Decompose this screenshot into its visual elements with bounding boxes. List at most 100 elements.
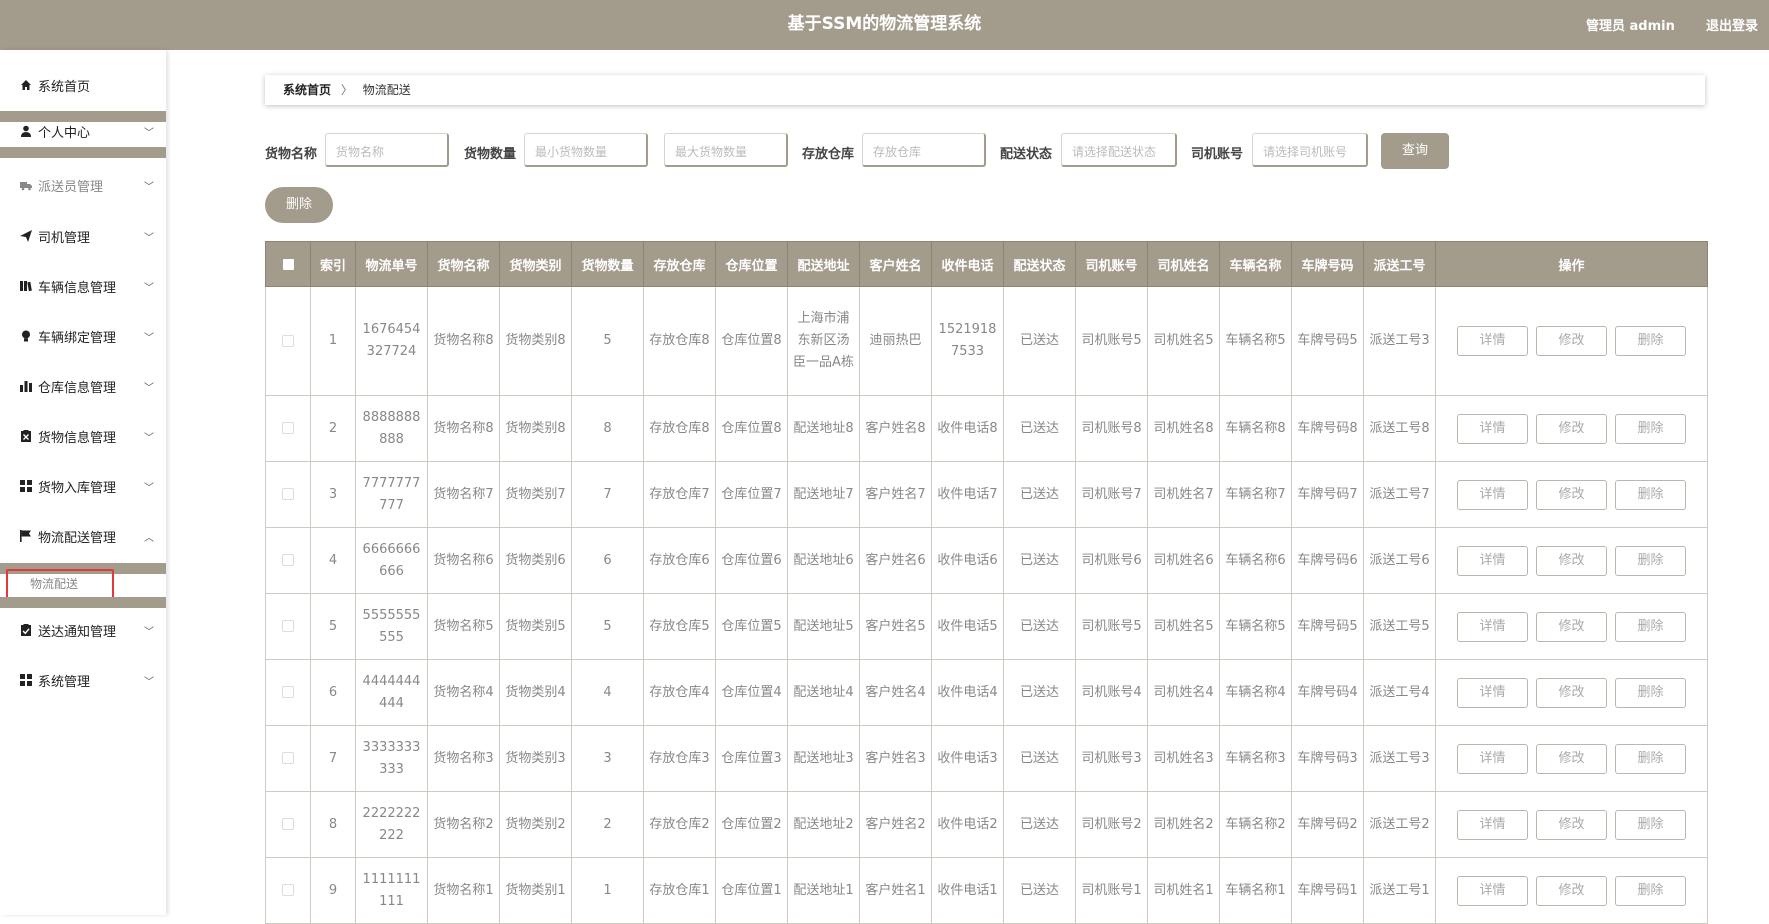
sidebar-item-system[interactable]: 系统管理 ﹀ xyxy=(0,660,166,700)
table-cell: 存放仓库6 xyxy=(643,527,716,594)
batch-delete-button[interactable]: 删除 xyxy=(265,187,333,223)
table-cell: 司机姓名4 xyxy=(1147,659,1220,726)
min-qty-input[interactable]: 最小货物数量 xyxy=(524,133,648,167)
home-icon xyxy=(20,79,32,91)
edit-button[interactable]: 修改 xyxy=(1536,743,1607,774)
sidebar-item-label: 仓库信息管理 xyxy=(38,380,117,396)
sidebar-item-drivers[interactable]: 司机管理 ﹀ xyxy=(0,216,166,256)
detail-button[interactable]: 详情 xyxy=(1457,875,1528,906)
edit-button[interactable]: 修改 xyxy=(1536,875,1607,906)
sidebar-item-goods-inbound[interactable]: 货物入库管理 ﹀ xyxy=(0,466,166,506)
table-cell: 2 xyxy=(310,395,356,462)
table-cell: 已送达 xyxy=(1003,593,1076,660)
chevron-down-icon: ﹀ xyxy=(144,182,154,193)
grid-icon xyxy=(20,674,32,686)
row-checkbox[interactable] xyxy=(265,395,311,462)
detail-button[interactable]: 详情 xyxy=(1457,809,1528,840)
table-cell: 客户姓名6 xyxy=(859,527,932,594)
row-checkbox[interactable] xyxy=(265,791,311,858)
edit-button[interactable]: 修改 xyxy=(1536,326,1607,356)
row-checkbox[interactable] xyxy=(265,593,311,660)
sidebar-item-profile[interactable]: 个人中心 ﹀ xyxy=(0,115,166,147)
delete-button[interactable]: 删除 xyxy=(1615,677,1686,708)
sidebar-item-goods[interactable]: 货物信息管理 ﹀ xyxy=(0,416,166,456)
driver-select[interactable]: 请选择司机账号 xyxy=(1252,133,1368,167)
edit-button[interactable]: 修改 xyxy=(1536,809,1607,840)
table-cell: 司机姓名7 xyxy=(1147,461,1220,528)
table-cell: 5 xyxy=(310,593,356,660)
sidebar-subitem-delivery[interactable]: 物流配送 xyxy=(6,569,114,599)
detail-button[interactable]: 详情 xyxy=(1457,743,1528,774)
delete-button[interactable]: 删除 xyxy=(1615,479,1686,510)
edit-button[interactable]: 修改 xyxy=(1536,677,1607,708)
query-button[interactable]: 查询 xyxy=(1381,133,1449,169)
delete-button[interactable]: 删除 xyxy=(1615,809,1686,840)
row-checkbox[interactable] xyxy=(265,461,311,528)
table-cell: 司机账号2 xyxy=(1075,791,1148,858)
row-actions: 详情 修改 删除 xyxy=(1435,593,1708,660)
logout-link[interactable]: 退出登录 xyxy=(1706,15,1758,34)
detail-button[interactable]: 详情 xyxy=(1457,413,1528,444)
sidebar-item-vehicles[interactable]: 车辆信息管理 ﹀ xyxy=(0,266,166,306)
edit-button[interactable]: 修改 xyxy=(1536,413,1607,444)
sidebar-item-label: 司机管理 xyxy=(38,230,91,246)
driver-label: 司机账号 xyxy=(1191,147,1244,162)
warehouse-input[interactable]: 存放仓库 xyxy=(862,133,986,167)
table-cell: 配送地址5 xyxy=(787,593,860,660)
select-all-checkbox[interactable] xyxy=(265,241,311,287)
delete-button[interactable]: 删除 xyxy=(1615,611,1686,642)
table-cell: 迪丽热巴 xyxy=(859,286,932,396)
sidebar-item-vehicle-binding[interactable]: 车辆绑定管理 ﹀ xyxy=(0,316,166,356)
flag-icon xyxy=(20,530,32,542)
edit-button[interactable]: 修改 xyxy=(1536,479,1607,510)
detail-button[interactable]: 详情 xyxy=(1457,611,1528,642)
chevron-down-icon: ﹀ xyxy=(144,433,154,444)
sidebar-item-warehouses[interactable]: 仓库信息管理 ﹀ xyxy=(0,366,166,406)
row-checkbox[interactable] xyxy=(265,857,311,924)
table-cell: 收件电话2 xyxy=(931,791,1004,858)
delete-button[interactable]: 删除 xyxy=(1615,326,1686,356)
table-cell: 仓库位置2 xyxy=(715,791,788,858)
table-cell: 已送达 xyxy=(1003,286,1076,396)
table-cell: 车牌号码1 xyxy=(1291,857,1364,924)
delete-button[interactable]: 删除 xyxy=(1615,545,1686,576)
sidebar-item-notifications[interactable]: 送达通知管理 ﹀ xyxy=(0,610,166,650)
detail-button[interactable]: 详情 xyxy=(1457,677,1528,708)
sidebar-item-couriers[interactable]: 派送员管理 ﹀ xyxy=(0,165,166,205)
sidebar-item-label: 系统首页 xyxy=(38,79,91,95)
table-cell: 客户姓名8 xyxy=(859,395,932,462)
max-qty-input[interactable]: 最大货物数量 xyxy=(664,133,788,167)
detail-button[interactable]: 详情 xyxy=(1457,545,1528,576)
row-checkbox[interactable] xyxy=(265,659,311,726)
truck-icon xyxy=(20,179,32,191)
goods-name-input[interactable]: 货物名称 xyxy=(325,133,449,167)
chevron-down-icon: ﹀ xyxy=(144,283,154,294)
table-cell: 收件电话4 xyxy=(931,659,1004,726)
table-cell: 已送达 xyxy=(1003,527,1076,594)
goods-name-label: 货物名称 xyxy=(265,147,318,162)
breadcrumb-home[interactable]: 系统首页 xyxy=(283,83,331,97)
edit-button[interactable]: 修改 xyxy=(1536,611,1607,642)
table-cell: 车牌号码6 xyxy=(1291,527,1364,594)
column-header: 车牌号码 xyxy=(1291,241,1364,287)
delete-button[interactable]: 删除 xyxy=(1615,875,1686,906)
bar-chart-icon xyxy=(20,380,32,392)
status-select[interactable]: 请选择配送状态 xyxy=(1061,133,1177,167)
table-cell: 车辆名称1 xyxy=(1219,857,1292,924)
table-cell: 司机账号7 xyxy=(1075,461,1148,528)
table-cell: 派送工号3 xyxy=(1363,286,1436,396)
sidebar-item-home[interactable]: 系统首页 xyxy=(0,65,166,105)
table-cell: 车牌号码3 xyxy=(1291,725,1364,792)
sidebar-item-delivery[interactable]: 物流配送管理 ︿ xyxy=(0,516,166,556)
row-checkbox[interactable] xyxy=(265,725,311,792)
detail-button[interactable]: 详情 xyxy=(1457,479,1528,510)
detail-button[interactable]: 详情 xyxy=(1457,326,1528,356)
delete-button[interactable]: 删除 xyxy=(1615,413,1686,444)
delete-button[interactable]: 删除 xyxy=(1615,743,1686,774)
table-row: 1 1676454327724 货物名称8 货物类别8 5 存放仓库8 仓库位置8 上海市浦东… xyxy=(265,286,1708,396)
table-cell: 货物名称6 xyxy=(427,527,500,594)
edit-button[interactable]: 修改 xyxy=(1536,545,1607,576)
row-checkbox[interactable] xyxy=(265,527,311,594)
row-checkbox[interactable] xyxy=(265,286,311,396)
sidebar: 系统首页 个人中心 ﹀ 派送员管理 ﹀ 司机管理 ﹀ 车辆信息管理 ﹀ 车辆绑定… xyxy=(0,50,166,915)
